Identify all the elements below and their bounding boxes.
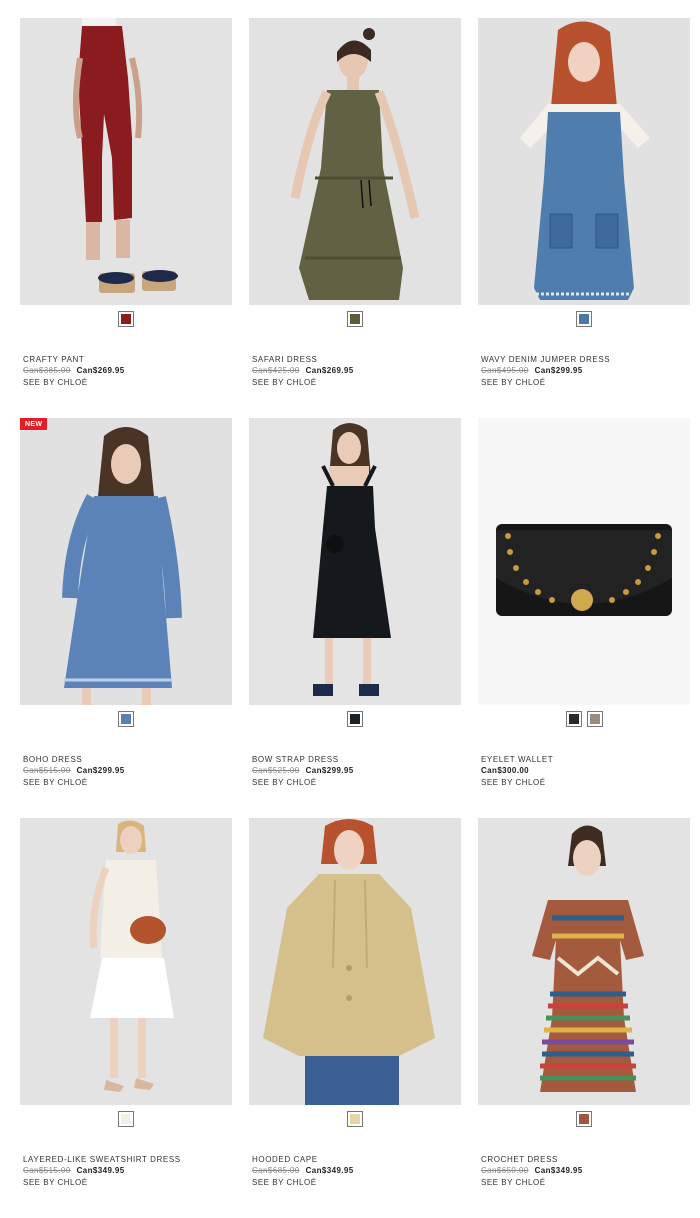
- product-card[interactable]: HOODED CAPE Can$685.00 Can$349.95 SEE BY …: [249, 818, 461, 1218]
- color-swatch[interactable]: [118, 1111, 134, 1127]
- sale-price: Can$269.95: [76, 366, 125, 375]
- sale-price: Can$349.95: [305, 1166, 354, 1175]
- color-swatch[interactable]: [576, 1111, 592, 1127]
- product-image[interactable]: [249, 18, 461, 305]
- sale-price: Can$299.95: [76, 766, 125, 775]
- sale-price: Can$269.95: [305, 366, 354, 375]
- sale-price: Can$349.95: [534, 1166, 583, 1175]
- product-name[interactable]: CRAFTY PANT: [23, 354, 232, 365]
- product-image[interactable]: [249, 818, 461, 1105]
- sale-price: Can$299.95: [534, 366, 583, 375]
- color-swatch[interactable]: [118, 711, 134, 727]
- product-card[interactable]: EYELET WALLET Can$300.00 SEE BY CHLOÉ: [478, 418, 690, 818]
- new-badge: NEW: [20, 418, 48, 430]
- color-swatch[interactable]: [586, 711, 603, 727]
- product-card[interactable]: CROCHET DRESS Can$650.00 Can$349.95 SEE B…: [478, 818, 690, 1218]
- product-image[interactable]: [478, 18, 690, 305]
- color-swatch[interactable]: [347, 711, 363, 727]
- color-swatch[interactable]: [347, 1111, 363, 1127]
- color-swatch[interactable]: [347, 311, 363, 327]
- product-brand: SEE BY CHLOÉ: [481, 1178, 546, 1187]
- original-price: Can$425.00: [252, 366, 300, 375]
- product-card[interactable]: NEW BOHO DRESS Can$515.00 Can$299.95 SEE …: [20, 418, 232, 818]
- product-brand: SEE BY CHLOÉ: [481, 378, 546, 387]
- original-price: Can$525.00: [252, 766, 300, 775]
- product-name[interactable]: CROCHET DRESS: [481, 1154, 690, 1165]
- product-card[interactable]: BOW STRAP DRESS Can$525.00 Can$299.95 SEE…: [249, 418, 461, 818]
- product-card[interactable]: LAYERED-LIKE SWEATSHIRT DRESS Can$515.00…: [20, 818, 232, 1218]
- original-price: Can$495.00: [481, 366, 529, 375]
- product-image[interactable]: [249, 418, 461, 705]
- product-name[interactable]: WAVY DENIM JUMPER DRESS: [481, 354, 690, 365]
- sale-price: Can$300.00: [481, 766, 530, 775]
- original-price: Can$685.00: [252, 1166, 300, 1175]
- sale-price: Can$349.95: [76, 1166, 125, 1175]
- product-brand: SEE BY CHLOÉ: [481, 778, 546, 787]
- product-image[interactable]: [20, 418, 232, 705]
- product-brand: SEE BY CHLOÉ: [23, 378, 88, 387]
- product-image[interactable]: [478, 418, 690, 705]
- product-name[interactable]: SAFARI DRESS: [252, 354, 461, 365]
- color-swatch[interactable]: [576, 311, 592, 327]
- original-price: Can$385.00: [23, 366, 71, 375]
- product-brand: SEE BY CHLOÉ: [23, 778, 88, 787]
- sale-price: Can$299.95: [305, 766, 354, 775]
- product-card[interactable]: SAFARI DRESS Can$425.00 Can$269.95 SEE BY…: [249, 18, 461, 418]
- product-brand: SEE BY CHLOÉ: [252, 1178, 317, 1187]
- product-image[interactable]: [478, 818, 690, 1105]
- product-name[interactable]: LAYERED-LIKE SWEATSHIRT DRESS: [23, 1154, 232, 1165]
- product-brand: SEE BY CHLOÉ: [252, 378, 317, 387]
- product-image[interactable]: [20, 18, 232, 305]
- product-brand: SEE BY CHLOÉ: [23, 1178, 88, 1187]
- color-swatch[interactable]: [565, 711, 582, 727]
- product-card[interactable]: CRAFTY PANT Can$385.00 Can$269.95 SEE BY …: [20, 18, 232, 418]
- product-brand: SEE BY CHLOÉ: [252, 778, 317, 787]
- product-image[interactable]: [20, 818, 232, 1105]
- product-name[interactable]: HOODED CAPE: [252, 1154, 461, 1165]
- product-grid: CRAFTY PANT Can$385.00 Can$269.95 SEE BY …: [20, 18, 690, 1218]
- product-card[interactable]: WAVY DENIM JUMPER DRESS Can$495.00 Can$29…: [478, 18, 690, 418]
- original-price: Can$650.00: [481, 1166, 529, 1175]
- product-name[interactable]: BOW STRAP DRESS: [252, 754, 461, 765]
- product-name[interactable]: BOHO DRESS: [23, 754, 232, 765]
- product-name[interactable]: EYELET WALLET: [481, 754, 690, 765]
- original-price: Can$515.00: [23, 1166, 71, 1175]
- color-swatch[interactable]: [118, 311, 134, 327]
- original-price: Can$515.00: [23, 766, 71, 775]
